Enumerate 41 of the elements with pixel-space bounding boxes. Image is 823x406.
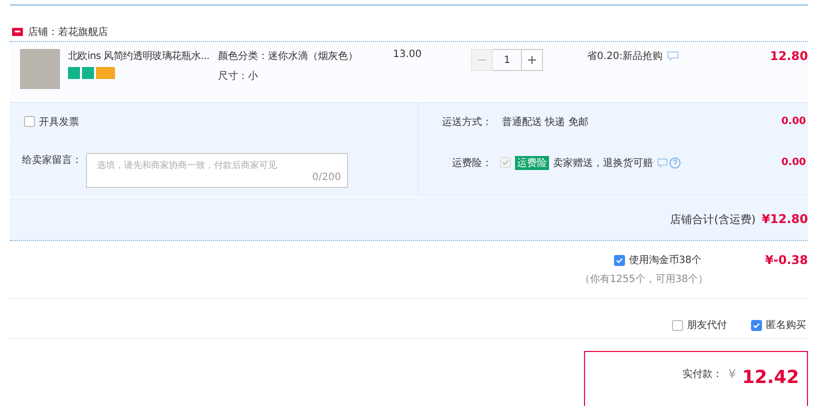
shipping-price: 0.00 <box>781 116 806 127</box>
product-title-link[interactable]: 北欧ins 风简约透明玻璃花瓶水... <box>68 49 218 63</box>
check-icon <box>501 158 510 167</box>
check-icon <box>614 256 624 264</box>
product-photo-placeholder <box>20 49 60 89</box>
store-name: 店铺：若花旗舰店 <box>28 26 108 38</box>
invoice-checkbox[interactable] <box>24 116 35 127</box>
shop-icon <box>12 27 23 36</box>
increase-button[interactable] <box>521 49 543 71</box>
discount-text: 省0.20:新品抢购 <box>587 50 663 63</box>
option-label: 匿名购买 <box>766 319 806 332</box>
store-total-label: 店铺合计(含运费) <box>670 212 756 226</box>
plus-icon <box>527 55 537 65</box>
insurance-label: 运费险： <box>451 156 492 170</box>
shipping-method: 普通配送 快递 免邮 <box>502 116 588 128</box>
payment-amount: 12.42 <box>742 367 799 388</box>
insurance-tag: 运费险 <box>515 156 549 170</box>
insurance-checkbox[interactable] <box>500 157 511 168</box>
store-total-value: ¥12.80 <box>762 212 808 226</box>
decrease-button[interactable] <box>471 49 493 71</box>
invoice-label: 开具发票 <box>39 116 79 128</box>
coins-discount: ¥-0.38 <box>764 253 808 267</box>
coins-checkbox[interactable] <box>614 254 625 266</box>
payment-label: 实付款： <box>682 368 722 381</box>
chat-help-icon[interactable] <box>657 156 681 168</box>
message-label: 给卖家留言： <box>22 154 82 167</box>
shipping-label: 运送方式： <box>441 116 492 128</box>
option-checkbox[interactable] <box>672 320 683 330</box>
coins-note: （你有1255个，可用38个） <box>580 273 708 286</box>
insurance-text: 卖家赠送，退换货可赔 <box>553 156 653 170</box>
coins-label: 使用淘金币38个 <box>628 254 702 267</box>
item-subtotal: 12.80 <box>770 49 808 63</box>
unit-price: 13.00 <box>393 49 423 60</box>
option-label: 朋友代付 <box>687 319 727 332</box>
insurance-price: 0.00 <box>781 157 806 168</box>
spec-text: 尺寸：小 <box>218 70 259 83</box>
currency-symbol: ¥ <box>728 367 736 381</box>
chat-icon[interactable] <box>666 51 679 61</box>
option-checkbox[interactable] <box>751 320 762 330</box>
spec-text: 颜色分类：迷你水滴（烟灰色） <box>218 50 359 63</box>
check-icon <box>752 320 761 330</box>
